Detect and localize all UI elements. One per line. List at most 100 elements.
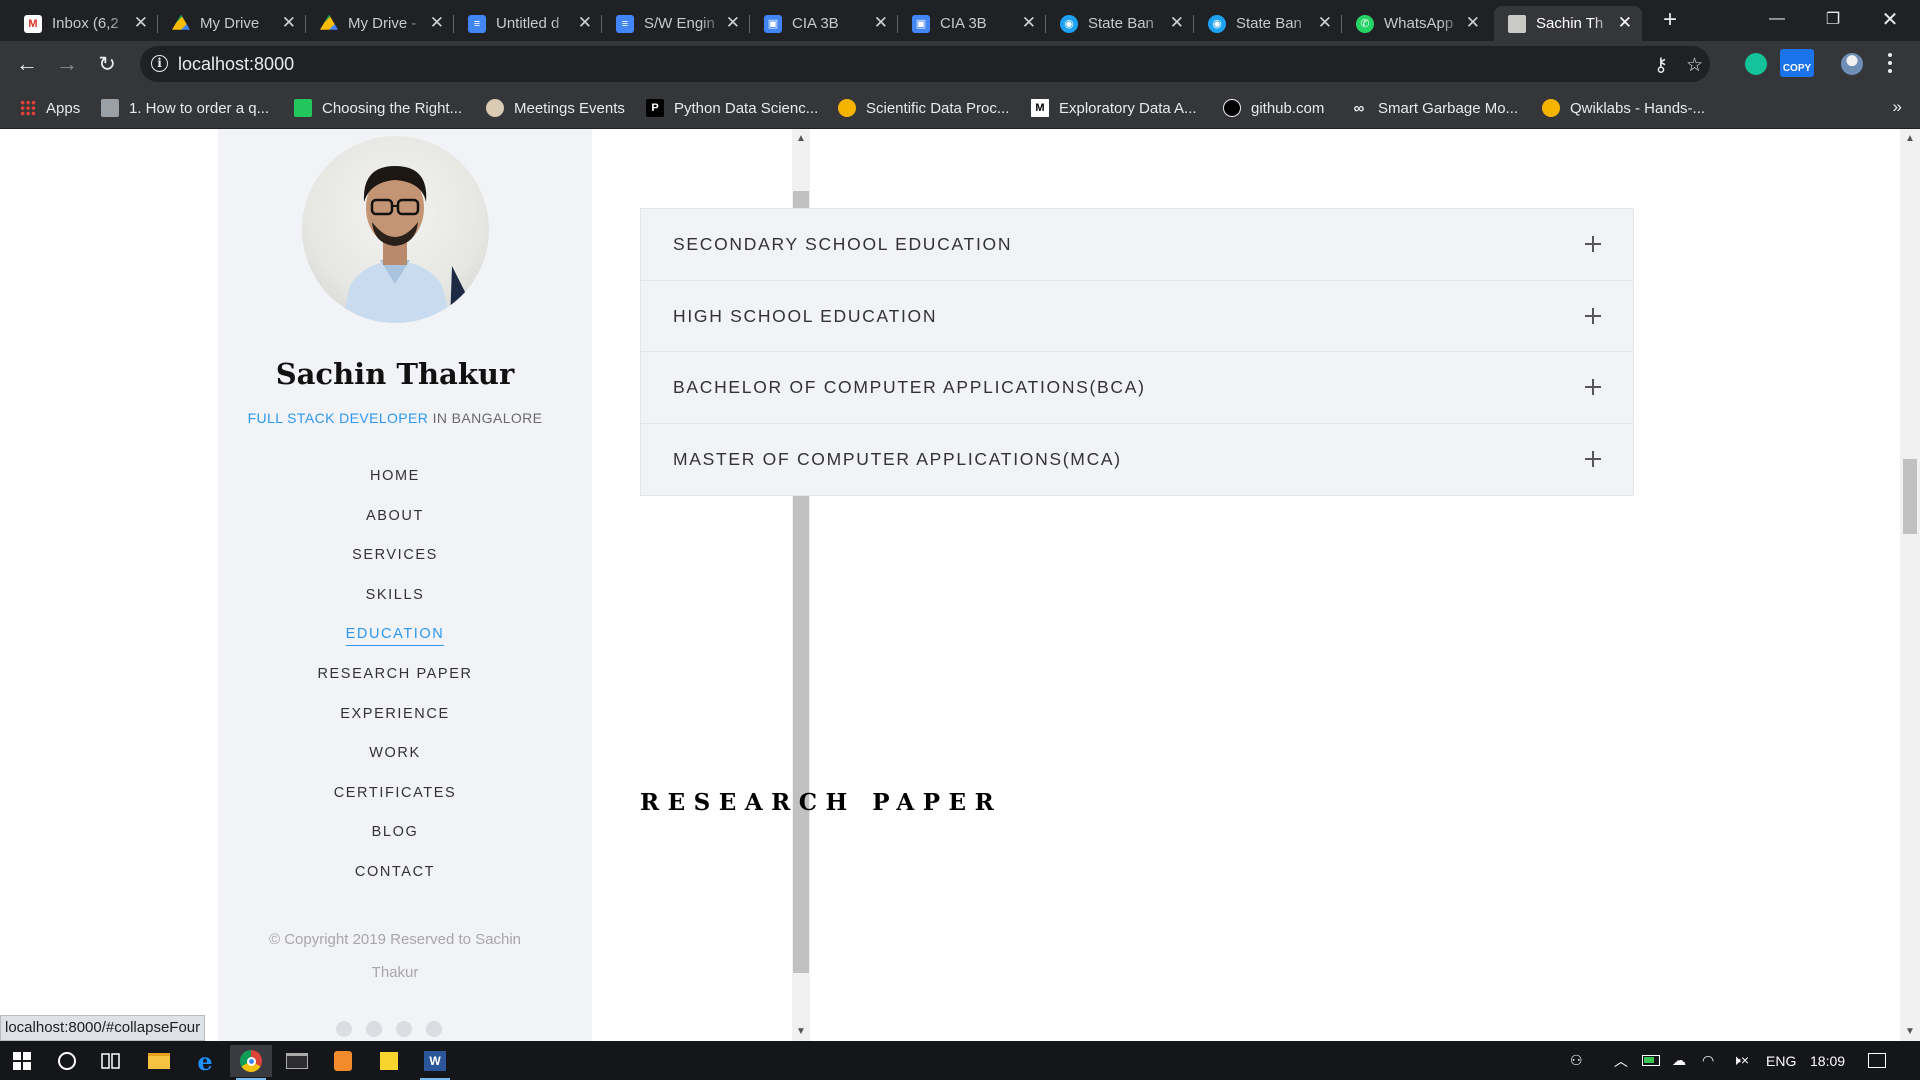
file-explorer-icon[interactable]: [138, 1045, 180, 1077]
accordion-title[interactable]: HIGH SCHOOL EDUCATION: [673, 281, 937, 353]
browser-tab[interactable]: ◉ State Ban ✕: [1194, 6, 1342, 41]
address-bar[interactable]: i localhost:8000 ⚷ ☆: [140, 46, 1710, 82]
scroll-up-arrow-icon[interactable]: ▲: [792, 133, 810, 144]
browser-tab[interactable]: ≡ S/W Engin ✕: [602, 6, 750, 41]
task-view-icon[interactable]: [90, 1045, 132, 1077]
close-tab-icon[interactable]: ✕: [726, 14, 740, 32]
terminal-icon[interactable]: [276, 1045, 318, 1077]
bookmark-item[interactable]: Choosing the Right...: [294, 95, 462, 121]
browser-tab[interactable]: ◉ State Ban ✕: [1046, 6, 1194, 41]
close-tab-icon[interactable]: ✕: [430, 14, 444, 32]
browser-tab[interactable]: My Drive ✕: [158, 6, 306, 41]
bookmark-item[interactable]: Scientific Data Proc...: [838, 95, 1009, 121]
forward-button[interactable]: →: [53, 50, 81, 78]
sticky-notes-icon[interactable]: [368, 1045, 410, 1077]
word-icon[interactable]: W: [414, 1045, 456, 1080]
menu-kebab-icon[interactable]: [1888, 53, 1892, 75]
expand-plus-icon[interactable]: [1585, 450, 1601, 467]
close-tab-icon[interactable]: ✕: [1170, 14, 1184, 32]
expand-plus-icon[interactable]: [1585, 236, 1601, 252]
accordion-item[interactable]: SECONDARY SCHOOL EDUCATION: [641, 209, 1633, 281]
expand-plus-icon[interactable]: [1585, 379, 1601, 395]
language-indicator[interactable]: ENG: [1766, 1041, 1796, 1080]
windows-start-icon[interactable]: [0, 1045, 44, 1077]
accordion-item[interactable]: BACHELOR OF COMPUTER APPLICATIONS(BCA): [641, 352, 1633, 424]
nav-services[interactable]: SERVICES: [218, 536, 572, 576]
browser-tab[interactable]: ≡ Untitled d ✕: [454, 6, 602, 41]
nav-certificates[interactable]: CERTIFICATES: [218, 774, 572, 814]
close-tab-icon[interactable]: ✕: [282, 14, 296, 32]
reload-button[interactable]: ↻: [93, 50, 121, 78]
close-tab-icon[interactable]: ✕: [134, 14, 148, 32]
site-info-icon[interactable]: i: [151, 55, 168, 72]
new-tab-button[interactable]: +: [1656, 6, 1684, 34]
onedrive-cloud-icon[interactable]: ☁: [1672, 1041, 1686, 1080]
page-scrollbar[interactable]: ▲ ▼: [1900, 129, 1920, 1041]
minimize-button[interactable]: —: [1749, 0, 1805, 38]
scroll-down-arrow-icon[interactable]: ▼: [792, 1026, 810, 1037]
bookmark-item[interactable]: 1. How to order a q...: [101, 95, 269, 121]
browser-tab[interactable]: M Inbox (6,2 ✕: [10, 6, 158, 41]
profile-avatar[interactable]: [1841, 53, 1863, 75]
bookmark-apps[interactable]: Apps: [20, 95, 80, 121]
bookmark-item[interactable]: M Exploratory Data A...: [1031, 95, 1197, 121]
bookmark-item[interactable]: Meetings Events: [486, 95, 625, 121]
nav-about[interactable]: ABOUT: [218, 497, 572, 537]
nav-experience[interactable]: EXPERIENCE: [218, 695, 572, 735]
address-url[interactable]: localhost:8000: [178, 54, 294, 75]
nav-research-paper[interactable]: RESEARCH PAPER: [218, 655, 572, 695]
linkedin-icon[interactable]: [396, 1021, 412, 1037]
page-scroll-thumb[interactable]: [1903, 459, 1917, 534]
close-tab-icon[interactable]: ✕: [578, 14, 592, 32]
github-social-icon[interactable]: [426, 1021, 442, 1037]
wifi-icon[interactable]: ◠: [1702, 1041, 1714, 1080]
people-icon[interactable]: ⚇: [1570, 1041, 1583, 1080]
bookmark-item[interactable]: ∞ Smart Garbage Mo...: [1350, 95, 1518, 121]
nav-home[interactable]: HOME: [218, 457, 572, 497]
battery-icon[interactable]: [1642, 1041, 1660, 1080]
expand-plus-icon[interactable]: [1585, 307, 1601, 324]
copy-extension-icon[interactable]: COPY: [1780, 49, 1814, 77]
scroll-up-arrow-icon[interactable]: ▲: [1900, 133, 1920, 144]
accordion-title[interactable]: SECONDARY SCHOOL EDUCATION: [673, 209, 1012, 281]
back-button[interactable]: ←: [13, 50, 41, 78]
bookmark-item[interactable]: Qwiklabs - Hands-...: [1542, 95, 1705, 121]
twitter-icon[interactable]: [336, 1021, 352, 1037]
grammarly-extension-icon[interactable]: [1745, 53, 1767, 75]
nav-blog[interactable]: BLOG: [218, 813, 572, 853]
edge-browser-icon[interactable]: e: [184, 1045, 226, 1077]
bookmark-item[interactable]: github.com: [1223, 95, 1324, 121]
more-bookmarks-icon[interactable]: »: [1893, 97, 1902, 117]
action-center-icon[interactable]: [1868, 1041, 1886, 1080]
close-tab-icon[interactable]: ✕: [1618, 14, 1632, 32]
nav-work[interactable]: WORK: [218, 734, 572, 774]
restore-button[interactable]: ❐: [1805, 0, 1861, 38]
close-tab-icon[interactable]: ✕: [1466, 14, 1480, 32]
scroll-down-arrow-icon[interactable]: ▼: [1900, 1026, 1920, 1037]
nav-skills[interactable]: SKILLS: [218, 576, 572, 616]
star-bookmark-icon[interactable]: ☆: [1686, 54, 1703, 77]
facebook-icon[interactable]: [366, 1021, 382, 1037]
accordion-item[interactable]: MASTER OF COMPUTER APPLICATIONS(MCA): [641, 424, 1633, 496]
nav-contact[interactable]: CONTACT: [218, 853, 572, 893]
nav-education[interactable]: EDUCATION: [218, 615, 572, 655]
browser-tab[interactable]: ▣ CIA 3B ✕: [898, 6, 1046, 41]
close-window-button[interactable]: ✕: [1862, 0, 1918, 38]
clock[interactable]: 18:09: [1810, 1041, 1845, 1080]
browser-tab[interactable]: ▣ CIA 3B ✕: [750, 6, 898, 41]
key-icon[interactable]: ⚷: [1654, 54, 1668, 77]
sublime-text-icon[interactable]: [322, 1045, 364, 1077]
browser-tab[interactable]: ✆ WhatsApp ✕: [1342, 6, 1490, 41]
accordion-title[interactable]: MASTER OF COMPUTER APPLICATIONS(MCA): [673, 424, 1122, 496]
browser-tab-active[interactable]: Sachin Th ✕: [1494, 6, 1642, 41]
close-tab-icon[interactable]: ✕: [1318, 14, 1332, 32]
close-tab-icon[interactable]: ✕: [1022, 14, 1036, 32]
cortana-search-icon[interactable]: [46, 1045, 88, 1077]
browser-tab[interactable]: My Drive - ✕: [306, 6, 454, 41]
accordion-item[interactable]: HIGH SCHOOL EDUCATION: [641, 281, 1633, 353]
close-tab-icon[interactable]: ✕: [874, 14, 888, 32]
show-hidden-icons-chevron[interactable]: ︿: [1614, 1041, 1628, 1080]
accordion-title[interactable]: BACHELOR OF COMPUTER APPLICATIONS(BCA): [673, 352, 1146, 424]
volume-muted-icon[interactable]: 🕨×: [1732, 1041, 1749, 1080]
chrome-taskbar-icon[interactable]: [230, 1045, 272, 1080]
